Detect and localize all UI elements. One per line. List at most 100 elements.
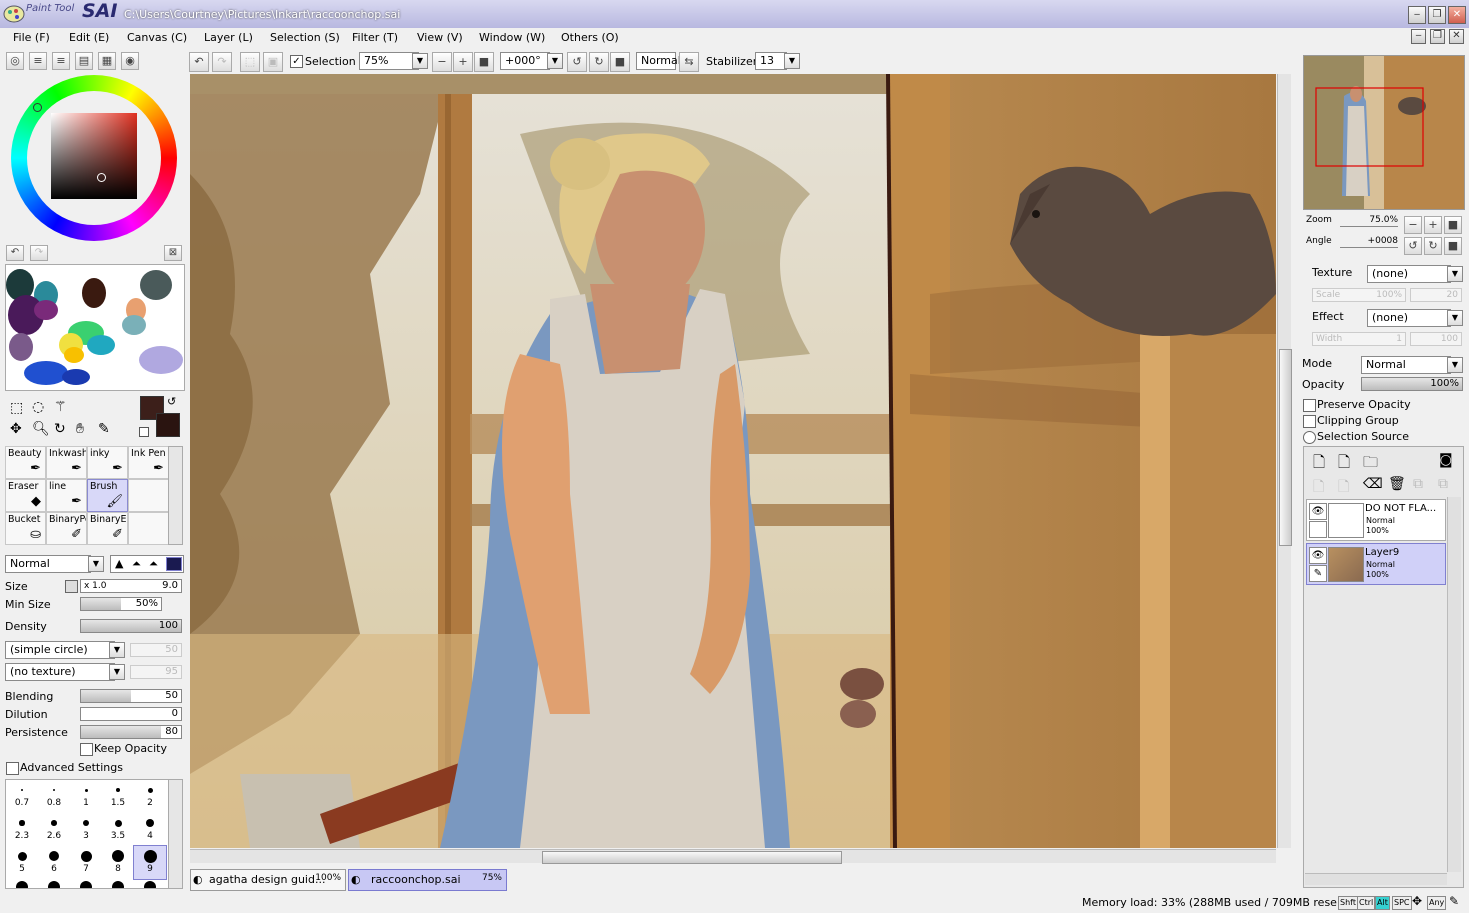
nav-angle-slider[interactable]: +0008 (1340, 236, 1398, 248)
doc-close-button[interactable]: ✕ (1449, 29, 1464, 44)
tool-inky[interactable]: inky ✒ (87, 446, 128, 479)
zoom-out-button[interactable]: − (432, 52, 452, 72)
new-layer-icon[interactable]: 🗋︎ (1313, 452, 1325, 477)
density-slider[interactable]: 100 (80, 619, 182, 633)
tool-grid-scrollbar[interactable] (168, 446, 183, 545)
canvas-vscrollbar[interactable] (1277, 74, 1292, 848)
navigator-preview[interactable] (1303, 55, 1465, 210)
lasso-icon[interactable]: ◌ (32, 399, 44, 415)
menu-others[interactable]: Others (O) (561, 31, 619, 44)
advanced-settings-checkbox[interactable] (6, 762, 19, 775)
tool-beauty[interactable]: Beauty ✒ (5, 446, 46, 479)
menu-window[interactable]: Window (W) (479, 31, 545, 44)
deselect-button[interactable]: ⬚ (240, 52, 260, 72)
tool-empty-slot[interactable] (128, 512, 169, 545)
doc-tab-active[interactable]: ◐ raccoonchop.sai 75% (348, 869, 507, 891)
swatch-mode-icon[interactable]: ▤ (75, 52, 93, 70)
canvas[interactable] (190, 74, 1276, 848)
layer-lock-icon[interactable] (1309, 521, 1327, 538)
brush-size-preset[interactable]: 0.7 (6, 780, 38, 813)
transfer-down-icon[interactable]: 🗋︎ (1313, 476, 1324, 500)
color-wheel-mode-icon[interactable]: ◎ (6, 52, 24, 70)
brush-size-preset[interactable]: 2.6 (38, 813, 70, 846)
layer-effect-dropdown[interactable]: (none) (1367, 309, 1451, 327)
brush-size-preset[interactable]: 4 (134, 813, 166, 846)
effect-width-slider[interactable]: Width 1 (1312, 332, 1406, 346)
selection-source-checkbox[interactable] (1303, 431, 1316, 444)
sv-cursor-icon[interactable] (97, 173, 106, 182)
rotate-reset-button[interactable]: ■ (610, 52, 630, 72)
size-multiplier-button[interactable] (65, 580, 78, 593)
minimize-button[interactable]: ‒ (1408, 6, 1426, 24)
canvas-hscrollbar[interactable] (190, 849, 1276, 864)
scratchpad-clear-icon[interactable]: ⊠ (164, 245, 182, 261)
zoom-icon[interactable]: 🔍︎ (32, 421, 50, 437)
maximize-button[interactable]: ❐ (1428, 6, 1446, 24)
rect-select-icon[interactable]: ⬚ (10, 400, 23, 416)
hsv-slider-mode-icon[interactable]: ≡ (52, 52, 70, 70)
menu-file[interactable]: File (F) (13, 31, 50, 44)
min-size-slider[interactable]: 50% (80, 597, 162, 611)
layer-hscrollbar[interactable] (1305, 873, 1447, 885)
brush-shape-selector[interactable]: ▲ ⏶ ⏶ (110, 555, 184, 573)
palette-mode-icon[interactable]: ▦ (98, 52, 116, 70)
brush-shape-dropdown[interactable]: (simple circle) (5, 641, 115, 659)
effect-strength-slider[interactable]: 100 (1410, 332, 1462, 346)
secondary-color-swatch[interactable] (156, 413, 180, 437)
tool-eraser[interactable]: Eraser ◆ (5, 479, 46, 512)
brush-size-preset[interactable]: 0.8 (38, 780, 70, 813)
invert-selection-button[interactable]: ▣ (263, 52, 283, 72)
scratchpad-mode-icon[interactable]: ◉ (121, 52, 139, 70)
brush-shape-arrow-icon[interactable]: ▼ (109, 642, 125, 658)
menu-selection[interactable]: Selection (S) (270, 31, 340, 44)
brush-size-preset[interactable]: 9 (133, 845, 167, 880)
brush-size-preset[interactable]: 3.5 (102, 813, 134, 846)
nav-zoom-reset-button[interactable]: ■ (1444, 216, 1462, 234)
layer-item-selected[interactable]: 👁︎ ✎ Layer9 Normal 100% (1306, 543, 1446, 585)
new-linework-layer-icon[interactable]: 🗋︎ (1338, 452, 1350, 477)
brush-size-preset[interactable]: 2 (134, 780, 166, 813)
zoom-in-button[interactable]: + (453, 52, 473, 72)
brush-size-preset[interactable]: 7 (70, 846, 102, 879)
brush-size-preset[interactable]: 2.3 (6, 813, 38, 846)
hand-icon[interactable]: ✋︎ (76, 421, 84, 437)
texture-strength-slider[interactable]: 20 (1410, 288, 1462, 302)
undo-button[interactable]: ↶ (189, 52, 209, 72)
delete-layer-icon[interactable]: 🗑︎ (1388, 476, 1406, 492)
tool-line[interactable]: line ✒ (46, 479, 87, 512)
layer-texture-arrow-icon[interactable]: ▼ (1447, 266, 1463, 282)
brush-texture-dropdown[interactable]: (no texture) (5, 663, 115, 681)
layer-mask-icon[interactable]: ◙ (1439, 452, 1453, 468)
menu-view[interactable]: View (V) (417, 31, 463, 44)
move-icon[interactable]: ✥ (10, 421, 22, 437)
menu-layer[interactable]: Layer (L) (204, 31, 253, 44)
stabilizer-dropdown[interactable]: 13 (755, 52, 787, 70)
brush-size-preset[interactable]: 6 (38, 846, 70, 879)
nav-rotate-right-button[interactable]: ↻ (1424, 237, 1442, 255)
eyedropper-icon[interactable]: ✎ (98, 421, 110, 437)
brush-size-preset[interactable]: 3 (70, 813, 102, 846)
brush-mode-arrow-icon[interactable]: ▼ (88, 556, 104, 572)
angle-dropdown[interactable]: +000° (500, 52, 550, 70)
close-button[interactable]: ✕ (1448, 6, 1466, 24)
view-blend-mode[interactable]: Normal (636, 52, 681, 70)
redo-button[interactable]: ↷ (212, 52, 232, 72)
tool-bucket[interactable]: Bucket ⛀ (5, 512, 46, 545)
nav-zoom-in-button[interactable]: + (1424, 216, 1442, 234)
zoom-dropdown-arrow-icon[interactable]: ▼ (412, 53, 428, 69)
new-folder-icon[interactable]: 🗀︎ (1363, 452, 1378, 477)
brush-mode-dropdown[interactable]: Normal (5, 555, 91, 573)
rotate-right-button[interactable]: ↻ (589, 52, 609, 72)
scratchpad-undo-icon[interactable]: ↶ (6, 245, 24, 261)
tool-empty-slot[interactable] (128, 479, 169, 512)
angle-dropdown-arrow-icon[interactable]: ▼ (547, 53, 563, 69)
doc-tab[interactable]: ◐ agatha design guid... 100% (190, 869, 346, 891)
scratchpad[interactable] (5, 264, 185, 391)
layer-texture-dropdown[interactable]: (none) (1367, 265, 1451, 283)
tool-ink-pen[interactable]: Ink Pen ✒ (128, 446, 169, 479)
layer-item[interactable]: 👁︎ DO NOT FLA... Normal 100% (1306, 499, 1446, 541)
brush-shape-flat-icon[interactable] (166, 557, 182, 571)
rgb-slider-mode-icon[interactable]: ≡ (29, 52, 47, 70)
brush-texture-strength[interactable]: 95 (130, 665, 182, 679)
nav-rotate-reset-button[interactable]: ■ (1444, 237, 1462, 255)
